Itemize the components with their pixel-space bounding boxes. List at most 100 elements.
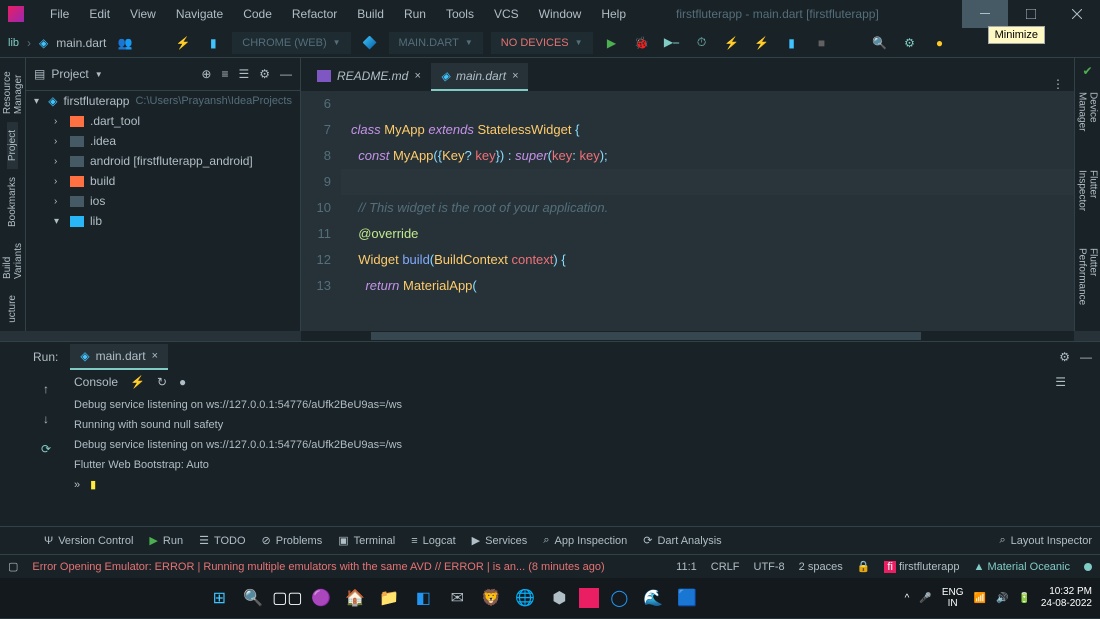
tree-folder-build[interactable]: ›build — [26, 171, 300, 191]
tray-mic-icon[interactable]: 🎤 — [919, 593, 931, 604]
run-minimize-icon[interactable]: — — [1080, 350, 1092, 364]
layout-icon[interactable]: ☰ — [1055, 375, 1066, 389]
window-minimize-button[interactable] — [962, 0, 1008, 28]
menu-view[interactable]: View — [120, 7, 166, 21]
taskbar-mail-icon[interactable]: ✉ — [443, 584, 471, 612]
taskbar-app-icon[interactable]: 🟦 — [673, 584, 701, 612]
taskbar-cortana-icon[interactable]: ◯ — [605, 584, 633, 612]
tray-volume-icon[interactable]: 🔊 — [996, 593, 1008, 604]
hot-reload-icon[interactable]: ⚡ — [721, 32, 743, 54]
menu-code[interactable]: Code — [233, 7, 282, 21]
tray-wifi-icon[interactable]: 📶 — [973, 593, 985, 604]
menu-refactor[interactable]: Refactor — [282, 7, 347, 21]
taskbar-app-icon[interactable]: ⬢ — [545, 584, 573, 612]
status-line-ending[interactable]: CRLF — [711, 561, 740, 573]
project-view-dropdown[interactable]: ▤ Project ▼ — [34, 67, 103, 81]
taskbar-edge-icon[interactable]: 🌊 — [639, 584, 667, 612]
restart-icon[interactable]: ⟳ — [36, 439, 56, 459]
down-stack-icon[interactable]: ↓ — [36, 409, 56, 429]
editor-horizontal-scrollbar[interactable] — [301, 331, 1074, 341]
close-tab-icon[interactable]: × — [512, 70, 518, 82]
tray-chevron-icon[interactable]: ^ — [905, 593, 910, 604]
rail-resource-manager[interactable]: Resource Manager — [2, 58, 24, 122]
menu-help[interactable]: Help — [591, 7, 636, 21]
menu-navigate[interactable]: Navigate — [166, 7, 233, 21]
menu-run[interactable]: Run — [394, 7, 436, 21]
users-icon[interactable]: 👥 — [114, 32, 136, 54]
attach-debugger-icon[interactable]: ▮ — [781, 32, 803, 54]
target-dropdown[interactable]: NO DEVICES▼ — [491, 32, 593, 54]
tray-battery-icon[interactable]: 🔋 — [1018, 593, 1030, 604]
hide-panel-icon[interactable]: — — [280, 67, 292, 81]
tray-language[interactable]: ENGIN — [942, 587, 964, 609]
bt-dart-analysis[interactable]: ⟳Dart Analysis — [643, 534, 721, 547]
close-tab-icon[interactable]: × — [414, 70, 420, 82]
console-tab[interactable]: Console ⚡ ↻ ● ☰ — [74, 375, 1066, 389]
bt-run[interactable]: ▶Run — [149, 534, 183, 547]
run-tab[interactable]: ◈ main.dart × — [70, 344, 168, 370]
bt-logcat[interactable]: ≡Logcat — [411, 535, 455, 547]
device-icon[interactable]: ▮ — [202, 32, 224, 54]
taskbar-start-icon[interactable]: ⊞ — [205, 584, 233, 612]
window-close-button[interactable] — [1054, 0, 1100, 28]
expand-all-icon[interactable]: ≡ — [221, 67, 228, 81]
taskbar-androidstudio-icon[interactable] — [579, 588, 599, 608]
menu-edit[interactable]: Edit — [79, 7, 120, 21]
project-tree[interactable]: ▾ ◈ firstfluterapp C:\Users\Prayansh\Ide… — [26, 91, 300, 331]
taskbar-brave-icon[interactable]: 🦁 — [477, 584, 505, 612]
bt-app-inspection[interactable]: ⌕App Inspection — [543, 534, 627, 547]
bt-problems[interactable]: ⊘Problems — [262, 534, 323, 547]
rail-flutter-inspector[interactable]: Flutter Inspector — [1077, 162, 1099, 240]
status-process-indicator-icon[interactable] — [1084, 563, 1092, 571]
rail-bookmarks[interactable]: Bookmarks — [7, 169, 18, 235]
taskbar-search-icon[interactable]: 🔍 — [239, 584, 267, 612]
stop-icon[interactable]: ■ — [811, 32, 833, 54]
run-settings-gear-icon[interactable]: ⚙ — [1059, 350, 1070, 364]
cloud-icon[interactable]: ● — [179, 375, 186, 389]
taskbar-taskview-icon[interactable]: ▢▢ — [273, 584, 301, 612]
rail-flutter-performance[interactable]: Flutter Performance — [1077, 240, 1099, 331]
taskbar-vscode-icon[interactable]: ◧ — [409, 584, 437, 612]
menu-tools[interactable]: Tools — [436, 7, 484, 21]
bt-terminal[interactable]: ▣Terminal — [338, 534, 395, 547]
collapse-all-icon[interactable]: ☰ — [238, 67, 249, 81]
tree-root[interactable]: ▾ ◈ firstfluterapp C:\Users\Prayansh\Ide… — [26, 91, 300, 111]
run-config-dropdown[interactable]: MAIN.DART▼ — [389, 32, 483, 54]
rail-build-variants[interactable]: Build Variants — [2, 235, 24, 287]
bt-version-control[interactable]: ΨVersion Control — [44, 535, 133, 547]
tree-folder-dart-tool[interactable]: ›.dart_tool — [26, 111, 300, 131]
coverage-icon[interactable]: ▶⎯ — [661, 32, 683, 54]
status-theme[interactable]: ▲ Material Oceanic — [974, 561, 1071, 573]
tree-folder-android[interactable]: ›android [firstfluterapp_android] — [26, 151, 300, 171]
menu-vcs[interactable]: VCS — [484, 7, 529, 21]
tree-folder-idea[interactable]: ›.idea — [26, 131, 300, 151]
tab-main-dart[interactable]: ◈main.dart× — [431, 63, 529, 91]
profile-icon[interactable]: ⏱ — [691, 32, 713, 54]
tree-folder-lib[interactable]: ▾lib — [26, 211, 300, 231]
tree-folder-ios[interactable]: ›ios — [26, 191, 300, 211]
status-lock-icon[interactable]: 🔒 — [857, 560, 871, 573]
settings-gear-icon[interactable]: ⚙ — [899, 32, 921, 54]
status-encoding[interactable]: UTF-8 — [754, 561, 785, 573]
editor-more-icon[interactable]: ⋮ — [1042, 77, 1074, 91]
avatar-icon[interactable]: ● — [929, 32, 951, 54]
up-stack-icon[interactable]: ↑ — [36, 379, 56, 399]
bt-layout-inspector[interactable]: ⌕Layout Inspector — [999, 534, 1092, 547]
taskbar-app-icon[interactable]: 🟣 — [307, 584, 335, 612]
tray-clock[interactable]: 10:32 PM24-08-2022 — [1041, 586, 1092, 610]
device-dropdown[interactable]: CHROME (WEB)▼ — [232, 32, 350, 54]
rail-structure[interactable]: ucture — [7, 287, 18, 331]
run-button-icon[interactable]: ▶ — [601, 32, 623, 54]
status-indent[interactable]: 2 spaces — [799, 561, 843, 573]
status-line-col[interactable]: 11:1 — [676, 561, 697, 573]
close-run-tab-icon[interactable]: × — [152, 350, 158, 362]
code-editor[interactable]: 6 7 8 9 10 11 12 13 class MyApp extends … — [301, 91, 1074, 331]
taskbar-chrome-icon[interactable]: 🌐 — [511, 584, 539, 612]
inspection-ok-icon[interactable]: ✔ — [1082, 58, 1092, 84]
hot-restart-icon[interactable]: ⚡ — [751, 32, 773, 54]
menu-window[interactable]: Window — [529, 7, 592, 21]
options-gear-icon[interactable]: ⚙ — [259, 67, 270, 81]
breadcrumb-file[interactable]: main.dart — [56, 36, 106, 50]
debug-icon[interactable]: 🐞 — [631, 32, 653, 54]
window-maximize-button[interactable] — [1008, 0, 1054, 28]
